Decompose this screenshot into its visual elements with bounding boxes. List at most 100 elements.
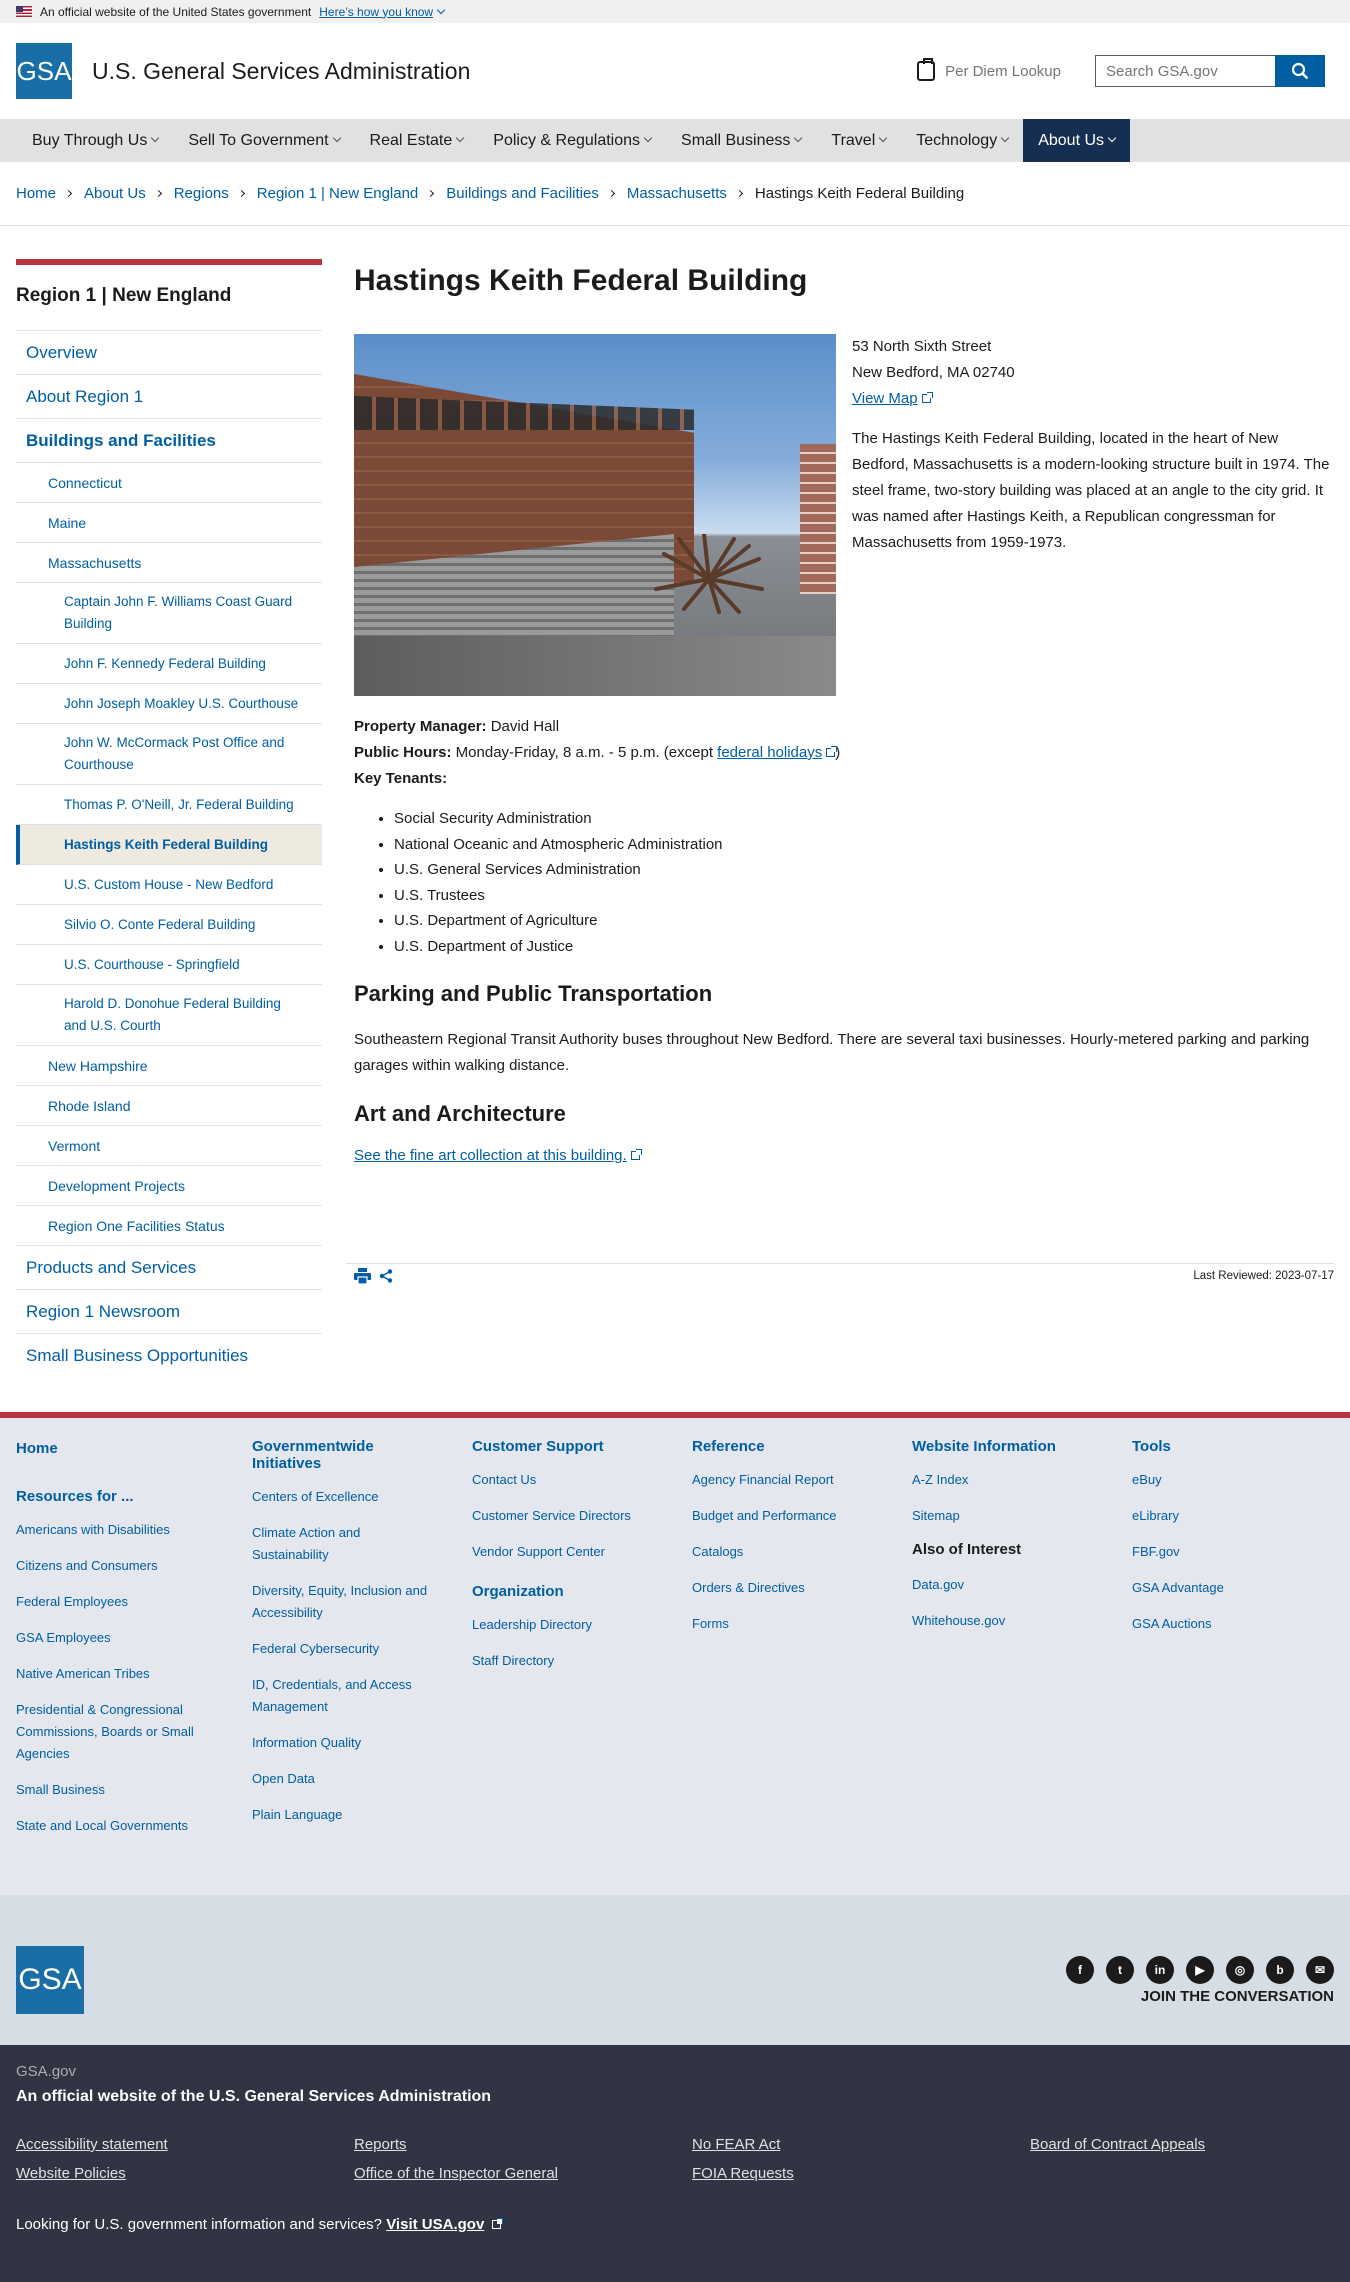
instagram-icon[interactable]: ◎ [1226, 1955, 1254, 1984]
sidenav-item-coast-guard-building[interactable]: Captain John F. Williams Coast Guard Bui… [16, 583, 322, 644]
sidenav-item-custom-house[interactable]: U.S. Custom House - New Bedford [16, 865, 322, 905]
breadcrumb-regions[interactable]: Regions [174, 185, 229, 202]
nav-sell-to-government[interactable]: Sell To Government [173, 119, 354, 162]
footer-link[interactable]: Budget and Performance [692, 1505, 912, 1527]
footer-link[interactable]: Vendor Support Center [472, 1541, 692, 1563]
identifier-link-no-fear[interactable]: No FEAR Act [692, 2136, 1030, 2153]
footer-link[interactable]: GSA Auctions [1132, 1613, 1282, 1635]
footer-link[interactable]: Federal Cybersecurity [252, 1638, 472, 1660]
footer-link[interactable]: Centers of Excellence [252, 1486, 472, 1508]
nav-technology[interactable]: Technology [901, 119, 1023, 162]
sidenav-item-overview[interactable]: Overview [16, 331, 322, 375]
footer-link[interactable]: Staff Directory [472, 1650, 692, 1672]
breadcrumb-region-1[interactable]: Region 1 | New England [257, 185, 419, 202]
sidenav-item-hastings-keith[interactable]: Hastings Keith Federal Building [16, 825, 322, 865]
footer-link[interactable]: Agency Financial Report [692, 1469, 912, 1491]
sidenav-item-massachusetts[interactable]: Massachusetts [16, 543, 322, 583]
linkedin-icon[interactable]: in [1146, 1955, 1174, 1984]
identifier-link-website-policies[interactable]: Website Policies [16, 2165, 354, 2182]
sidenav-item-jfk-building[interactable]: John F. Kennedy Federal Building [16, 644, 322, 684]
sidenav-item-buildings[interactable]: Buildings and Facilities [16, 419, 322, 463]
sidenav-item-moakley-courthouse[interactable]: John Joseph Moakley U.S. Courthouse [16, 684, 322, 724]
heres-how-you-know-link[interactable]: Here’s how you know [319, 5, 446, 19]
visit-usa-gov-link[interactable]: Visit USA.gov [386, 2216, 484, 2233]
footer-link[interactable]: Open Data [252, 1768, 472, 1790]
sidenav-item-mccormack-post-office[interactable]: John W. McCormack Post Office and Courth… [16, 724, 322, 785]
search-button[interactable] [1275, 55, 1325, 87]
sidenav-item-facilities-status[interactable]: Region One Facilities Status [16, 1206, 322, 1246]
sidenav-item-newsroom[interactable]: Region 1 Newsroom [16, 1290, 322, 1334]
footer-link[interactable]: Small Business [16, 1779, 252, 1801]
federal-holidays-link[interactable]: federal holidays [717, 744, 838, 761]
share-icon[interactable] [379, 1268, 393, 1283]
footer-link[interactable]: eLibrary [1132, 1505, 1282, 1527]
nav-policy-regulations[interactable]: Policy & Regulations [478, 119, 666, 162]
nav-small-business[interactable]: Small Business [666, 119, 816, 162]
view-map-link[interactable]: View Map [852, 390, 933, 407]
footer-link[interactable]: Sitemap [912, 1505, 1132, 1527]
home-logo-link[interactable]: GSA U.S. General Services Administration [16, 43, 470, 99]
footer-link[interactable]: Customer Service Directors [472, 1505, 692, 1527]
footer-link[interactable]: Americans with Disabilities [16, 1519, 252, 1541]
breadcrumb-about-us[interactable]: About Us [84, 185, 146, 202]
sidenav-item-products-services[interactable]: Products and Services [16, 1246, 322, 1290]
sidenav-item-springfield-courthouse[interactable]: U.S. Courthouse - Springfield [16, 945, 322, 985]
youtube-icon[interactable]: ▶ [1186, 1955, 1214, 1984]
per-diem-lookup-link[interactable]: Per Diem Lookup [917, 58, 1061, 81]
sidenav-item-donohue-building[interactable]: Harold D. Donohue Federal Building and U… [16, 985, 322, 1046]
footer-link[interactable]: Citizens and Consumers [16, 1555, 252, 1577]
footer-link[interactable]: Contact Us [472, 1469, 692, 1491]
identifier-link-contract-appeals[interactable]: Board of Contract Appeals [1030, 2136, 1330, 2153]
nav-travel[interactable]: Travel [816, 119, 901, 162]
twitter-icon[interactable]: t [1106, 1955, 1134, 1984]
print-icon[interactable] [354, 1267, 371, 1284]
sidenav-item-rhode-island[interactable]: Rhode Island [16, 1086, 322, 1126]
footer-link[interactable]: GSA Advantage [1132, 1577, 1282, 1599]
footer-link[interactable]: ID, Credentials, and Access Management [252, 1674, 422, 1718]
nav-buy-through-us[interactable]: Buy Through Us [16, 119, 173, 162]
email-icon[interactable]: ✉ [1306, 1955, 1334, 1984]
footer-home-link[interactable]: Home [16, 1438, 252, 1460]
breadcrumb-buildings[interactable]: Buildings and Facilities [446, 185, 599, 202]
sidenav-item-small-business-opportunities[interactable]: Small Business Opportunities [16, 1334, 322, 1378]
footer-link[interactable]: GSA Employees [16, 1627, 252, 1649]
footer-link[interactable]: Native American Tribes [16, 1663, 252, 1685]
sidenav-item-oneill-building[interactable]: Thomas P. O'Neill, Jr. Federal Building [16, 785, 322, 825]
footer-link[interactable]: Information Quality [252, 1732, 472, 1754]
blog-icon[interactable]: b [1266, 1955, 1294, 1984]
sidenav-item-development-projects[interactable]: Development Projects [16, 1166, 322, 1206]
footer-link[interactable]: eBuy [1132, 1469, 1282, 1491]
sidenav-item-maine[interactable]: Maine [16, 503, 322, 543]
footer-link[interactable]: Orders & Directives [692, 1577, 912, 1599]
sidenav-item-new-hampshire[interactable]: New Hampshire [16, 1046, 322, 1086]
footer-link[interactable]: Climate Action and Sustainability [252, 1522, 392, 1566]
footer-link[interactable]: FBF.gov [1132, 1541, 1282, 1563]
footer-link[interactable]: Federal Employees [16, 1591, 252, 1613]
identifier-link-foia[interactable]: FOIA Requests [692, 2165, 1030, 2182]
footer-link[interactable]: Catalogs [692, 1541, 912, 1563]
nav-about-us[interactable]: About Us [1023, 119, 1131, 162]
sidenav-item-vermont[interactable]: Vermont [16, 1126, 322, 1166]
footer-link[interactable]: Leadership Directory [472, 1614, 692, 1636]
footer-link[interactable]: Forms [692, 1613, 912, 1635]
footer-link[interactable]: State and Local Governments [16, 1815, 252, 1837]
identifier-link-accessibility[interactable]: Accessibility statement [16, 2136, 354, 2153]
footer-link[interactable]: A-Z Index [912, 1469, 1132, 1491]
sidenav-item-connecticut[interactable]: Connecticut [16, 463, 322, 503]
nav-real-estate[interactable]: Real Estate [355, 119, 479, 162]
breadcrumb-home[interactable]: Home [16, 185, 56, 202]
identifier-link-reports[interactable]: Reports [354, 2136, 692, 2153]
art-collection-link[interactable]: See the fine art collection at this buil… [354, 1147, 642, 1164]
breadcrumb-massachusetts[interactable]: Massachusetts [627, 185, 727, 202]
footer-link[interactable]: Data.gov [912, 1574, 1132, 1596]
sidenav-item-conte-building[interactable]: Silvio O. Conte Federal Building [16, 905, 322, 945]
search-input[interactable] [1095, 55, 1275, 87]
footer-link[interactable]: Whitehouse.gov [912, 1610, 1132, 1632]
identifier-link-inspector-general[interactable]: Office of the Inspector General [354, 2165, 692, 2182]
footer-gsa-logo[interactable]: GSA [16, 1946, 84, 2014]
footer-link[interactable]: Diversity, Equity, Inclusion and Accessi… [252, 1580, 442, 1624]
sidenav-item-about-region-1[interactable]: About Region 1 [16, 375, 322, 419]
footer-link[interactable]: Presidential & Congressional Commissions… [16, 1699, 216, 1765]
facebook-icon[interactable]: f [1066, 1955, 1094, 1984]
footer-link[interactable]: Plain Language [252, 1804, 472, 1826]
